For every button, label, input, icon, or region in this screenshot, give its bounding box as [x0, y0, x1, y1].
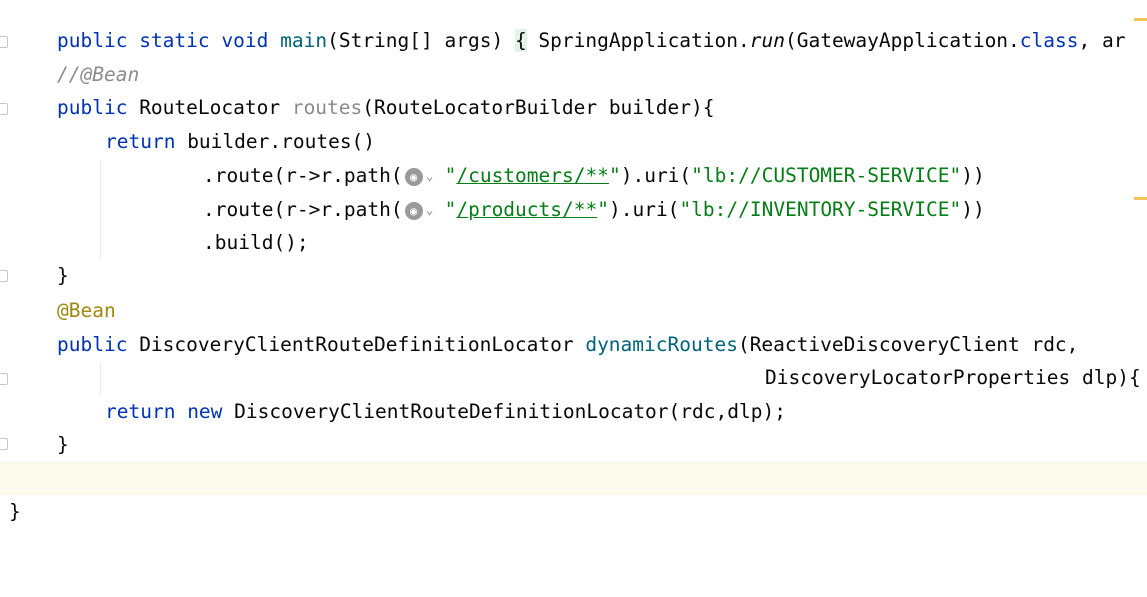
globe-icon[interactable]: ◉ ⌄ — [404, 201, 444, 221]
code-text: .route(r->r.path( — [203, 198, 403, 221]
code-line[interactable]: .route(r->r.path(◉ ⌄ "/products/**").uri("… — [0, 193, 1147, 227]
code-text: DiscoveryLocatorProperties dlp){ — [765, 366, 1141, 389]
static-method: run — [749, 29, 785, 52]
brace-highlight: { — [514, 29, 527, 52]
method-name: main — [280, 29, 328, 52]
code-text: SpringApplication. — [526, 29, 750, 52]
code-line[interactable]: return new DiscoveryClientRouteDefinitio… — [0, 395, 1147, 429]
closing-brace: } — [57, 433, 69, 456]
string: " — [444, 198, 457, 221]
annotation: @Bean — [57, 299, 116, 322]
code-line[interactable]: } — [0, 428, 1147, 462]
code-text: ).uri( — [620, 164, 692, 187]
comment: //@Bean — [57, 63, 140, 86]
keyword: static — [139, 29, 210, 52]
code-text: (GatewayApplication. — [784, 29, 1020, 52]
keyword: new — [175, 400, 223, 423]
code-line[interactable]: DiscoveryLocatorProperties dlp){ — [0, 361, 1147, 395]
closing-brace: } — [9, 500, 21, 523]
globe-icon[interactable]: ◉ ⌄ — [404, 167, 444, 187]
code-text: )) — [961, 164, 985, 187]
method-name: dynamicRoutes — [585, 333, 738, 356]
keyword: return — [105, 400, 176, 423]
code-line[interactable]: return builder.routes() — [0, 125, 1147, 159]
keyword: public — [57, 333, 128, 356]
method-name: routes — [291, 96, 363, 119]
code-text: .build(); — [203, 231, 309, 254]
code-line[interactable]: public RouteLocator routes(RouteLocatorB… — [0, 91, 1147, 125]
code-text: DiscoveryClientRouteDefinitionLocator — [127, 333, 586, 356]
code-text: DiscoveryClientRouteDefinitionLocator(rd… — [222, 400, 786, 423]
code-line[interactable]: @Bean — [0, 294, 1147, 328]
code-text: )) — [961, 198, 985, 221]
keyword: public — [57, 96, 128, 119]
keyword: void — [221, 29, 269, 52]
keyword: public — [57, 29, 128, 52]
code-text: RouteLocator — [127, 96, 292, 119]
code-text: (ReactiveDiscoveryClient rdc, — [737, 333, 1079, 356]
code-line[interactable]: } — [0, 259, 1147, 293]
string: " — [444, 164, 457, 187]
code-text: ).uri( — [608, 198, 680, 221]
url-path-link[interactable]: /customers/** — [456, 164, 609, 187]
keyword: class — [1019, 29, 1079, 52]
string: "lb://CUSTOMER-SERVICE" — [691, 164, 962, 187]
code-line[interactable]: } — [0, 495, 1147, 529]
code-text: builder.routes() — [175, 130, 376, 153]
code-line[interactable]: public DiscoveryClientRouteDefinitionLoc… — [0, 328, 1147, 362]
string: " — [608, 164, 621, 187]
chevron-down-icon[interactable]: ⌄ — [426, 201, 434, 221]
closing-brace: } — [57, 264, 69, 287]
code-editor[interactable]: public static void main(String[] args) {… — [0, 0, 1147, 537]
code-text: (String[] args) — [327, 29, 515, 52]
keyword: return — [105, 130, 176, 153]
code-text: .route(r->r.path( — [203, 164, 403, 187]
code-line[interactable]: .build(); — [0, 226, 1147, 260]
warning-marker[interactable] — [1134, 18, 1147, 21]
code-line[interactable]: public static void main(String[] args) {… — [0, 24, 1147, 58]
current-line[interactable] — [0, 461, 1147, 495]
code-text: , ar — [1078, 29, 1126, 52]
string: " — [597, 198, 609, 221]
string: "lb://INVENTORY-SERVICE" — [679, 198, 962, 221]
code-line[interactable]: //@Bean — [0, 58, 1147, 92]
code-line[interactable]: .route(r->r.path(◉ ⌄ "/customers/**").uri(… — [0, 159, 1147, 193]
chevron-down-icon[interactable]: ⌄ — [426, 167, 434, 187]
code-text: (RouteLocatorBuilder builder){ — [362, 96, 715, 119]
url-path-link[interactable]: /products/** — [456, 198, 597, 221]
